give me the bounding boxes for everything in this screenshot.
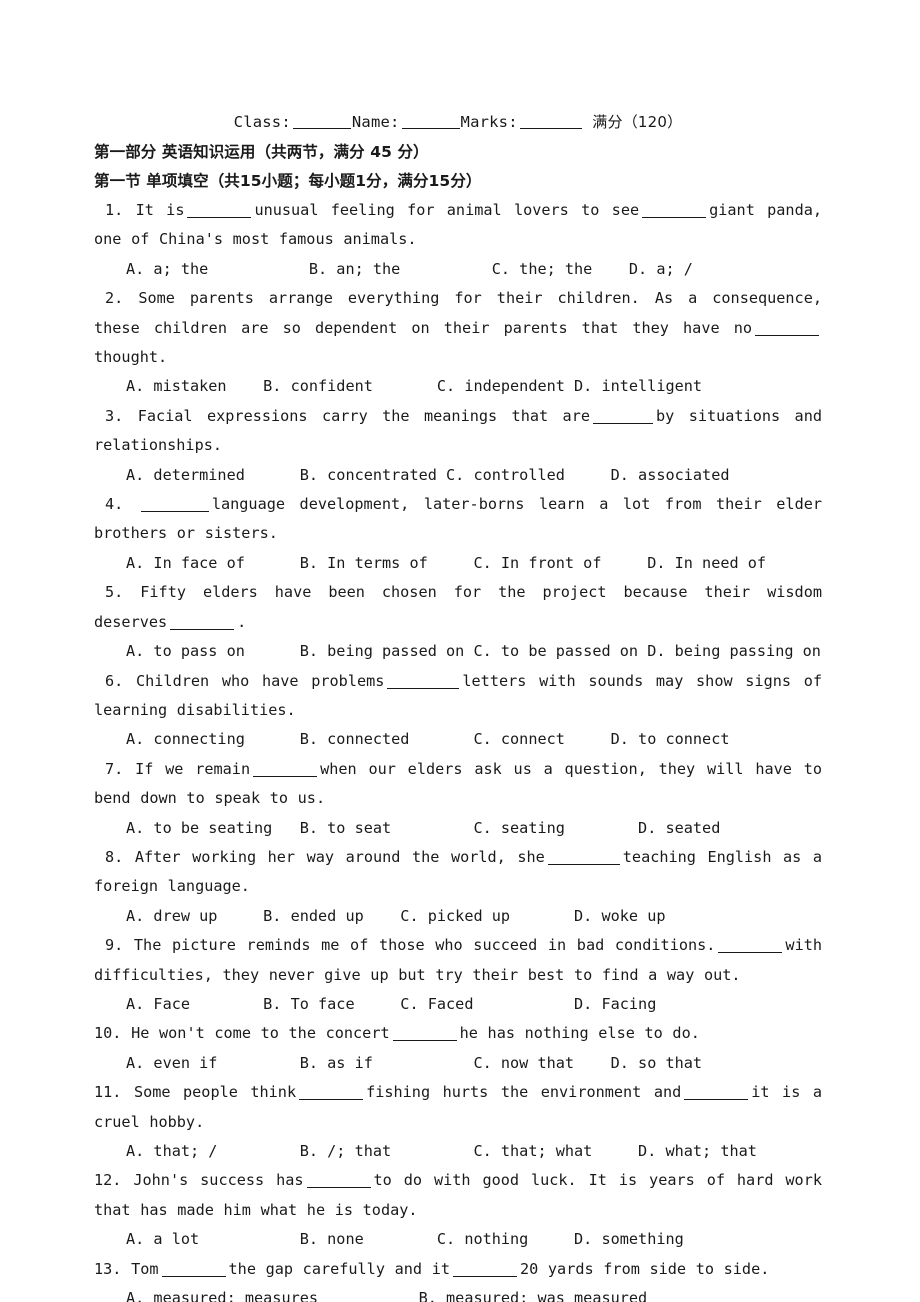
question-3: 3. Facial expressions carry the meanings… bbox=[94, 402, 822, 461]
name-label: Name: bbox=[351, 113, 400, 131]
question-13-number: 13. bbox=[94, 1259, 122, 1278]
marks-blank[interactable] bbox=[519, 128, 582, 129]
question-10-stem-a: He won't come to the concert bbox=[131, 1024, 390, 1043]
question-7-options[interactable]: A. to be seating B. to seat C. seating D… bbox=[94, 814, 822, 843]
question-13-options[interactable]: A. measured; measures B. measured; was m… bbox=[94, 1284, 822, 1302]
question-6-stem-a: Children who have problems bbox=[136, 671, 385, 690]
question-2-options[interactable]: A. mistaken B. confident C. independent … bbox=[94, 372, 822, 401]
question-12-blank-1[interactable] bbox=[306, 1174, 371, 1189]
question-3-number: 3. bbox=[105, 406, 124, 425]
question-9-stem-a: The picture reminds me of those who succ… bbox=[133, 936, 716, 955]
question-4: 4. language development, later-borns lea… bbox=[94, 490, 822, 549]
question-1-stem-b: unusual feeling for animal lovers to see bbox=[254, 201, 640, 219]
question-8: 8. After working her way around the worl… bbox=[94, 843, 822, 902]
question-4-blank-1[interactable] bbox=[140, 498, 209, 513]
question-2: 2. Some parents arrange everything for t… bbox=[94, 284, 822, 372]
question-3-options[interactable]: A. determined B. concentrated C. control… bbox=[94, 461, 822, 490]
question-3-stem-a: Facial expressions carry the meanings th… bbox=[137, 406, 590, 425]
exam-header-line: Class: Name: Marks: 满分（120） bbox=[94, 110, 822, 135]
question-4-number: 4. bbox=[105, 495, 124, 514]
question-6: 6. Children who have problems letters wit… bbox=[94, 667, 822, 726]
question-1-number: 1. bbox=[105, 201, 124, 219]
question-8-blank-1[interactable] bbox=[547, 851, 620, 865]
question-8-number: 8. bbox=[105, 847, 124, 866]
question-12-options[interactable]: A. a lot B. none C. nothing D. something bbox=[94, 1225, 822, 1254]
exam-page: Class: Name: Marks: 满分（120） 第一部分 英语知识运用（共两… bbox=[0, 0, 920, 1302]
question-13-stem-c: 20 yards from side to side. bbox=[519, 1259, 770, 1278]
question-12: 12. John's success has to do with good lu… bbox=[94, 1166, 822, 1225]
question-5-stem-b: . bbox=[237, 612, 247, 631]
question-11: 11. Some people think fishing hurts the e… bbox=[94, 1078, 822, 1137]
question-11-blank-1[interactable] bbox=[299, 1086, 364, 1101]
question-2-stem-b: thought. bbox=[94, 348, 168, 367]
question-8-options[interactable]: A. drew up B. ended up C. picked up D. w… bbox=[94, 902, 822, 931]
question-7-blank-1[interactable] bbox=[253, 763, 318, 777]
question-13-blank-1[interactable] bbox=[161, 1263, 226, 1277]
question-4-options[interactable]: A. In face of B. In terms of C. In front… bbox=[94, 549, 822, 578]
name-blank[interactable] bbox=[401, 128, 460, 129]
question-9-options[interactable]: A. Face B. To face C. Faced D. Facing bbox=[94, 990, 822, 1019]
question-1-stem-a: It is bbox=[135, 201, 185, 219]
question-10-options[interactable]: A. even if B. as if C. now that D. so th… bbox=[94, 1049, 822, 1078]
question-10-number: 10. bbox=[94, 1024, 122, 1043]
question-11-number: 11. bbox=[94, 1083, 122, 1102]
question-13-stem-b: the gap carefully and it bbox=[228, 1259, 450, 1278]
question-10-stem-b: he has nothing else to do. bbox=[459, 1024, 700, 1043]
class-label: Class: bbox=[233, 113, 291, 131]
class-blank[interactable] bbox=[292, 128, 351, 129]
question-6-number: 6. bbox=[105, 671, 124, 690]
document-body: Class: Name: Marks: 满分（120） 第一部分 英语知识运用（共两… bbox=[94, 110, 822, 1302]
total-score-label: 满分（120） bbox=[592, 113, 683, 131]
question-8-stem-a: After working her way around the world, … bbox=[134, 847, 545, 866]
question-5-number: 5. bbox=[105, 583, 124, 602]
question-7-number: 7. bbox=[105, 759, 124, 778]
question-6-options[interactable]: A. connecting B. connected C. connect D.… bbox=[94, 725, 822, 754]
question-12-number: 12. bbox=[94, 1171, 122, 1190]
question-3-blank-1[interactable] bbox=[592, 410, 653, 424]
question-5: 5. Fifty elders have been chosen for the… bbox=[94, 578, 822, 637]
section-heading: 第一节 单项填空（共15小题；每小题1分，满分15分） bbox=[94, 172, 482, 190]
question-12-stem-a: John's success has bbox=[133, 1171, 304, 1190]
question-2-stem-a: Some parents arrange everything for thei… bbox=[94, 289, 822, 337]
marks-label: Marks: bbox=[460, 113, 518, 131]
question-11-stem-b: fishing hurts the environment and bbox=[366, 1083, 682, 1102]
question-9-number: 9. bbox=[105, 936, 124, 955]
question-1: 1. It is unusual feeling for animal lover… bbox=[94, 196, 822, 255]
question-2-number: 2. bbox=[105, 289, 124, 308]
question-5-blank-1[interactable] bbox=[170, 616, 235, 630]
question-9: 9. The picture reminds me of those who s… bbox=[94, 931, 822, 990]
question-9-blank-1[interactable] bbox=[718, 939, 783, 954]
question-6-blank-1[interactable] bbox=[387, 675, 460, 689]
question-11-options[interactable]: A. that; / B. /; that C. that; what D. w… bbox=[94, 1137, 822, 1166]
question-1-blank-2[interactable] bbox=[642, 204, 707, 218]
question-7: 7. If we remain when our elders ask us a … bbox=[94, 755, 822, 814]
question-11-blank-2[interactable] bbox=[684, 1086, 749, 1101]
part-heading: 第一部分 英语知识运用（共两节，满分 45 分） bbox=[94, 143, 429, 161]
question-13-stem-a: Tom bbox=[131, 1259, 159, 1278]
question-5-options[interactable]: A. to pass on B. being passed on C. to b… bbox=[94, 637, 822, 666]
question-10-blank-1[interactable] bbox=[392, 1027, 457, 1042]
question-7-stem-a: If we remain bbox=[135, 759, 251, 778]
question-1-options[interactable]: A. a; the B. an; the C. the; the D. a; / bbox=[94, 255, 822, 284]
question-2-blank-1[interactable] bbox=[755, 322, 819, 336]
question-1-blank-1[interactable] bbox=[187, 204, 252, 218]
question-13-blank-2[interactable] bbox=[452, 1263, 517, 1277]
question-11-stem-a: Some people think bbox=[133, 1083, 297, 1102]
question-13: 13. Tom the gap carefully and it 20 yards … bbox=[94, 1255, 822, 1284]
question-10: 10. He won't come to the concert he has n… bbox=[94, 1019, 822, 1048]
